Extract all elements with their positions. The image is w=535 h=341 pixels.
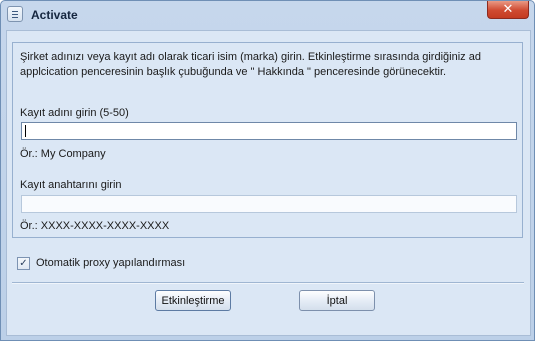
window-title: Activate [31, 8, 78, 22]
dialog-body: Şirket adınızı veya kayıt adı olarak tic… [6, 30, 531, 336]
title-bar[interactable]: Activate ✕ [1, 1, 534, 28]
close-icon: ✕ [502, 2, 514, 17]
name-example-text: Ör.: My Company [20, 148, 106, 160]
instructions-text: Şirket adınızı veya kayıt adı olarak tic… [20, 51, 481, 78]
checkmark-icon: ✓ [19, 258, 28, 269]
activate-button[interactable]: Etkinleştirme [155, 290, 231, 311]
proxy-checkbox[interactable]: ✓ [17, 257, 30, 270]
activate-dialog: Activate ✕ Şirket adınızı veya kayıt adı… [0, 0, 535, 341]
registration-group: Şirket adınızı veya kayıt adı olarak tic… [12, 42, 523, 238]
cancel-button[interactable]: İptal [299, 290, 375, 311]
button-separator [12, 282, 524, 284]
name-field-label: Kayıt adını girin (5-50) [20, 107, 129, 119]
registration-key-input[interactable] [21, 195, 517, 213]
key-field-label: Kayıt anahtarını girin [20, 179, 122, 191]
close-button[interactable]: ✕ [487, 1, 529, 19]
registration-name-input[interactable] [21, 122, 517, 140]
text-caret [25, 125, 26, 137]
proxy-label[interactable]: Otomatik proxy yapılandırması [36, 257, 185, 269]
key-example-text: Ör.: XXXX-XXXX-XXXX-XXXX [20, 220, 170, 232]
window-menu-icon[interactable] [7, 6, 23, 22]
